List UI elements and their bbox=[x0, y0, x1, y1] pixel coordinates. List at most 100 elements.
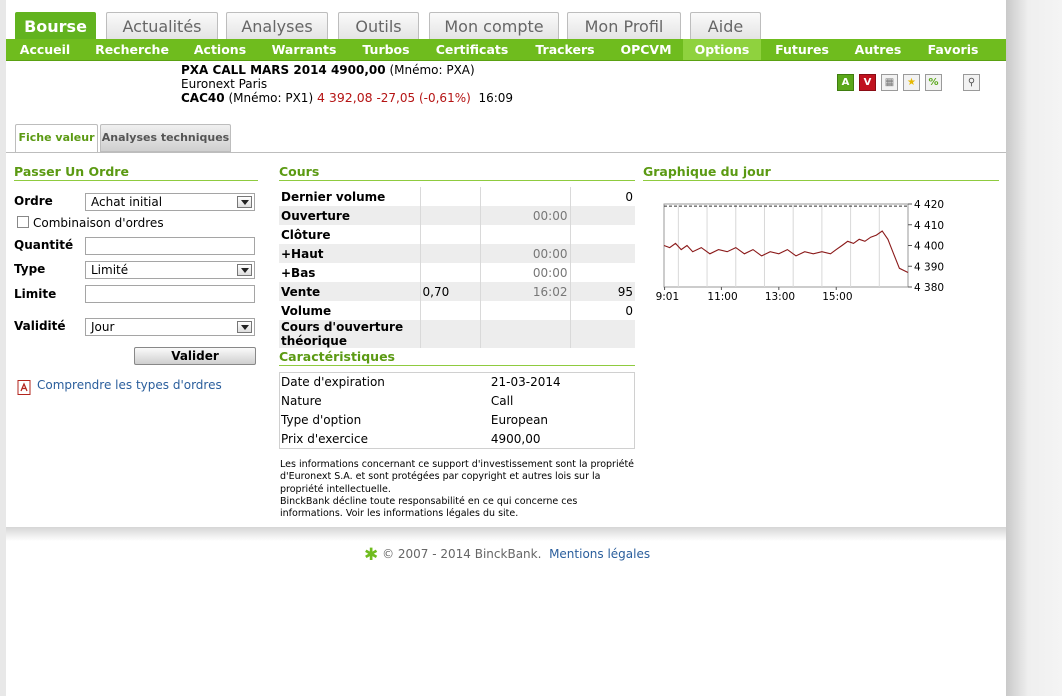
cours-row-label: Clôture bbox=[279, 225, 420, 244]
underlying-change: -27,05 bbox=[376, 91, 416, 105]
cours-cell bbox=[569, 263, 635, 282]
cours-row-label: Vente bbox=[279, 282, 420, 301]
nav-opcvm[interactable]: OPCVM bbox=[618, 39, 674, 60]
quantite-input[interactable] bbox=[85, 237, 255, 255]
cours-cell bbox=[419, 206, 480, 225]
caracteristique-label: Prix d'exercice bbox=[281, 431, 368, 446]
tab-mon-compte[interactable]: Mon compte bbox=[429, 12, 559, 39]
cours-cell bbox=[569, 320, 635, 348]
caracteristique-row: Prix d'exercice 4900,00 bbox=[280, 430, 635, 449]
ordre-label: Ordre bbox=[14, 194, 53, 208]
tabs-underline bbox=[6, 152, 1006, 153]
cours-cell bbox=[569, 225, 635, 244]
footer: ✱ © 2007 - 2014 BinckBank. Mentions léga… bbox=[364, 545, 650, 565]
cours-row: Clôture bbox=[279, 225, 635, 244]
binck-star-icon: ✱ bbox=[364, 545, 379, 565]
nav-turbos[interactable]: Turbos bbox=[356, 39, 416, 60]
cours-cell: 0 bbox=[569, 187, 635, 206]
magnifier-icon[interactable]: ⚲ bbox=[963, 74, 980, 91]
tab-aide[interactable]: Aide bbox=[690, 12, 761, 39]
cours-table: Dernier volume 0 Ouverture 00:00 Clôture +Hau… bbox=[279, 187, 635, 348]
tab-mon-profil[interactable]: Mon Profil bbox=[567, 12, 681, 39]
cours-cell bbox=[419, 187, 480, 206]
caracteristique-row: Date d'expiration 21-03-2014 bbox=[280, 373, 635, 392]
validite-select[interactable]: Jour bbox=[85, 318, 255, 336]
chevron-down-icon bbox=[237, 264, 252, 276]
mentions-legales-link[interactable]: Mentions légales bbox=[549, 547, 650, 561]
cours-row: Dernier volume 0 bbox=[279, 187, 635, 206]
cours-cell bbox=[479, 301, 570, 320]
caracteristique-label: Nature bbox=[281, 394, 322, 408]
cours-row-label: +Haut bbox=[279, 244, 420, 263]
nav-recherche[interactable]: Recherche bbox=[92, 39, 172, 60]
limite-input[interactable] bbox=[85, 285, 255, 303]
x-tick-label: 11:00 bbox=[707, 291, 737, 303]
cours-cell bbox=[569, 244, 635, 263]
cours-cell: 0,70 bbox=[419, 282, 480, 301]
nav-options[interactable]: Options bbox=[683, 39, 761, 60]
nav-favoris[interactable]: Favoris bbox=[922, 39, 984, 60]
caracteristiques-section-title: Caractéristiques bbox=[279, 349, 635, 366]
x-tick-label: 13:00 bbox=[765, 291, 795, 303]
chart-title: Graphique du jour bbox=[643, 164, 999, 181]
underlying-change-pct: (-0,61%) bbox=[418, 91, 471, 105]
caracteristique-value: 21-03-2014 bbox=[490, 375, 561, 390]
tab-actualites[interactable]: Actualités bbox=[106, 12, 218, 39]
order-section-title: Passer Un Ordre bbox=[14, 164, 258, 181]
nav-autres[interactable]: Autres bbox=[850, 39, 906, 60]
caracteristique-value: 4900,00 bbox=[490, 431, 541, 446]
tab-bourse[interactable]: Bourse bbox=[15, 12, 96, 40]
ordre-select-value: Achat initial bbox=[91, 195, 163, 209]
tab-analyses-techniques[interactable]: Analyses techniques bbox=[100, 124, 231, 152]
ordre-select[interactable]: Achat initial bbox=[85, 193, 255, 211]
cours-row-label: Cours d'ouverture théorique bbox=[279, 320, 420, 348]
limite-label: Limite bbox=[14, 287, 57, 301]
type-select-value: Limité bbox=[91, 263, 129, 277]
tab-analyses[interactable]: Analyses bbox=[226, 12, 328, 39]
cours-cell bbox=[569, 206, 635, 225]
buy-icon[interactable]: A bbox=[837, 74, 854, 91]
alert-icon[interactable]: % bbox=[925, 74, 942, 91]
favorite-star-icon[interactable]: ★ bbox=[903, 74, 920, 91]
cours-cell: 00:00 bbox=[479, 263, 570, 282]
nav-accueil[interactable]: Accueil bbox=[15, 39, 75, 60]
footer-shade bbox=[6, 527, 1006, 541]
cours-cell bbox=[419, 320, 480, 348]
nav-trackers[interactable]: Trackers bbox=[528, 39, 602, 60]
cours-section-title: Cours bbox=[279, 164, 635, 181]
cours-cell: 16:02 bbox=[479, 282, 570, 301]
page-shadow-right bbox=[1006, 0, 1062, 696]
underlying-name: CAC40 bbox=[181, 91, 225, 105]
top-tabs: Bourse Actualités Analyses Outils Mon co… bbox=[6, 12, 1006, 40]
type-select[interactable]: Limité bbox=[85, 261, 255, 279]
cours-cell bbox=[419, 244, 480, 263]
cours-row-label: +Bas bbox=[279, 263, 420, 282]
portfolio-icon[interactable]: ▦ bbox=[881, 74, 898, 91]
cours-row: Vente 0,70 16:02 95 bbox=[279, 282, 635, 301]
cours-cell: 95 bbox=[569, 282, 635, 301]
validite-select-value: Jour bbox=[91, 320, 115, 334]
tab-fiche-valeur[interactable]: Fiche valeur bbox=[15, 124, 98, 153]
intraday-chart: 4 420 4 410 4 400 4 390 4 380 9:01 11:00 13:00 1… bbox=[656, 199, 944, 303]
plot-area bbox=[663, 203, 909, 288]
cours-row-label: Ouverture bbox=[279, 206, 420, 225]
order-types-help-link[interactable]: Comprendre les types d'ordres bbox=[37, 378, 222, 392]
y-tick-label: 4 420 bbox=[914, 199, 944, 211]
combinaison-checkbox[interactable] bbox=[17, 216, 29, 228]
nav-actions[interactable]: Actions bbox=[188, 39, 252, 60]
disclaimer: Les informations concernant ce support d… bbox=[280, 459, 640, 520]
tab-outils[interactable]: Outils bbox=[338, 12, 419, 39]
quantite-label: Quantité bbox=[14, 238, 74, 252]
quote-time: 16:09 bbox=[478, 91, 514, 105]
x-tick-label: 9:01 bbox=[656, 291, 680, 303]
caracteristique-label: Type d'option bbox=[281, 413, 362, 427]
main-page: Bourse Actualités Analyses Outils Mon co… bbox=[6, 0, 1006, 527]
valider-button[interactable]: Valider bbox=[134, 347, 256, 365]
nav-certificats[interactable]: Certificats bbox=[432, 39, 512, 60]
nav-warrants[interactable]: Warrants bbox=[268, 39, 340, 60]
pdf-icon bbox=[17, 380, 33, 395]
sell-icon[interactable]: V bbox=[859, 74, 876, 91]
cours-row: Ouverture 00:00 bbox=[279, 206, 635, 225]
cours-row-label: Dernier volume bbox=[279, 187, 420, 206]
nav-futures[interactable]: Futures bbox=[770, 39, 834, 60]
